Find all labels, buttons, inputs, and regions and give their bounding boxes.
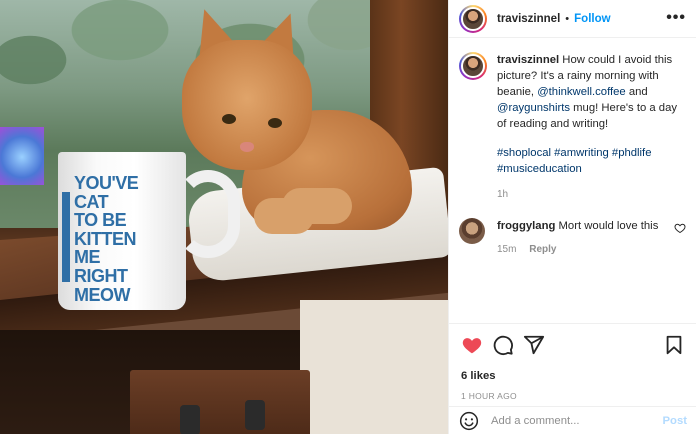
- caption-body: traviszinnel How could I avoid this pict…: [497, 52, 685, 203]
- mug-line: KITTEN: [74, 228, 137, 249]
- mug-line: RIGHT: [74, 265, 128, 286]
- wooden-box: [130, 370, 310, 434]
- cat-eye: [222, 114, 236, 124]
- comment-input[interactable]: [491, 414, 651, 427]
- like-count[interactable]: 6 likes: [461, 370, 685, 382]
- mug-print-text: YOU'VE CAT TO BE KITTEN ME RIGHT MEOW: [74, 174, 146, 304]
- tv-screen: [0, 127, 44, 185]
- emoji-icon[interactable]: [459, 411, 479, 431]
- wall: [300, 300, 448, 434]
- comment-username[interactable]: froggylang: [497, 220, 555, 232]
- cat-paw: [282, 188, 352, 224]
- avatar-image: [461, 6, 485, 31]
- follow-button[interactable]: Follow: [574, 13, 610, 25]
- action-bar: [461, 334, 685, 356]
- post-sidebar: traviszinnel • Follow ••• traviszinnel H…: [448, 0, 696, 434]
- mention-link[interactable]: @raygunshirts: [497, 102, 570, 114]
- comment-item: froggylang Mort would love this 15m Repl…: [449, 203, 696, 258]
- reply-button[interactable]: Reply: [529, 244, 556, 255]
- mug-line: CAT: [74, 191, 109, 212]
- mug-print-bar: [62, 192, 70, 282]
- post-timestamp: 1 HOUR AGO: [461, 391, 517, 401]
- mug-line: MEOW: [74, 284, 131, 305]
- avatar[interactable]: [459, 52, 487, 80]
- post-header: traviszinnel • Follow •••: [449, 0, 696, 38]
- cat-nose: [240, 142, 254, 152]
- comment-body: froggylang Mort would love this 15m Repl…: [497, 218, 658, 258]
- caption: traviszinnel How could I avoid this pict…: [449, 38, 696, 203]
- hashtags[interactable]: #shoplocal #amwriting #phdlife #musicedu…: [497, 145, 685, 177]
- coffee-mug: YOU'VE CAT TO BE KITTEN ME RIGHT MEOW: [58, 152, 186, 310]
- comment-icon[interactable]: [492, 334, 514, 356]
- mug-line: YOU'VE: [74, 173, 139, 193]
- more-icon[interactable]: •••: [666, 9, 686, 27]
- box-latch: [245, 400, 265, 430]
- post-actions: 6 likes 1 HOUR AGO: [449, 323, 696, 401]
- caption-timestamp: 1h: [497, 189, 509, 200]
- mug-line: TO BE: [74, 210, 127, 231]
- username-link[interactable]: traviszinnel: [497, 13, 560, 25]
- comment-meta: 15m Reply: [497, 242, 658, 258]
- separator-dot: •: [565, 12, 570, 25]
- cat-eye: [268, 118, 282, 128]
- bookmark-icon[interactable]: [663, 334, 685, 356]
- avatar[interactable]: [459, 218, 485, 244]
- post-button[interactable]: Post: [663, 415, 687, 427]
- comment-text: Mort would love this: [558, 220, 659, 232]
- mention-link[interactable]: @thinkwell.coffee: [537, 86, 626, 98]
- heart-icon[interactable]: [461, 334, 483, 356]
- comment-timestamp: 15m: [497, 244, 517, 255]
- mug-line: ME: [74, 247, 101, 268]
- caption-text: and: [625, 86, 648, 98]
- cat-head: [182, 40, 312, 170]
- avatar[interactable]: [459, 4, 487, 33]
- comment-composer: Post: [449, 406, 696, 434]
- caption-username[interactable]: traviszinnel: [497, 54, 559, 66]
- like-comment-heart-icon[interactable]: [674, 222, 686, 234]
- post-photo[interactable]: YOU'VE CAT TO BE KITTEN ME RIGHT MEOW: [0, 0, 448, 434]
- avatar-image: [461, 54, 485, 78]
- share-icon[interactable]: [523, 334, 545, 356]
- box-latch: [180, 405, 200, 434]
